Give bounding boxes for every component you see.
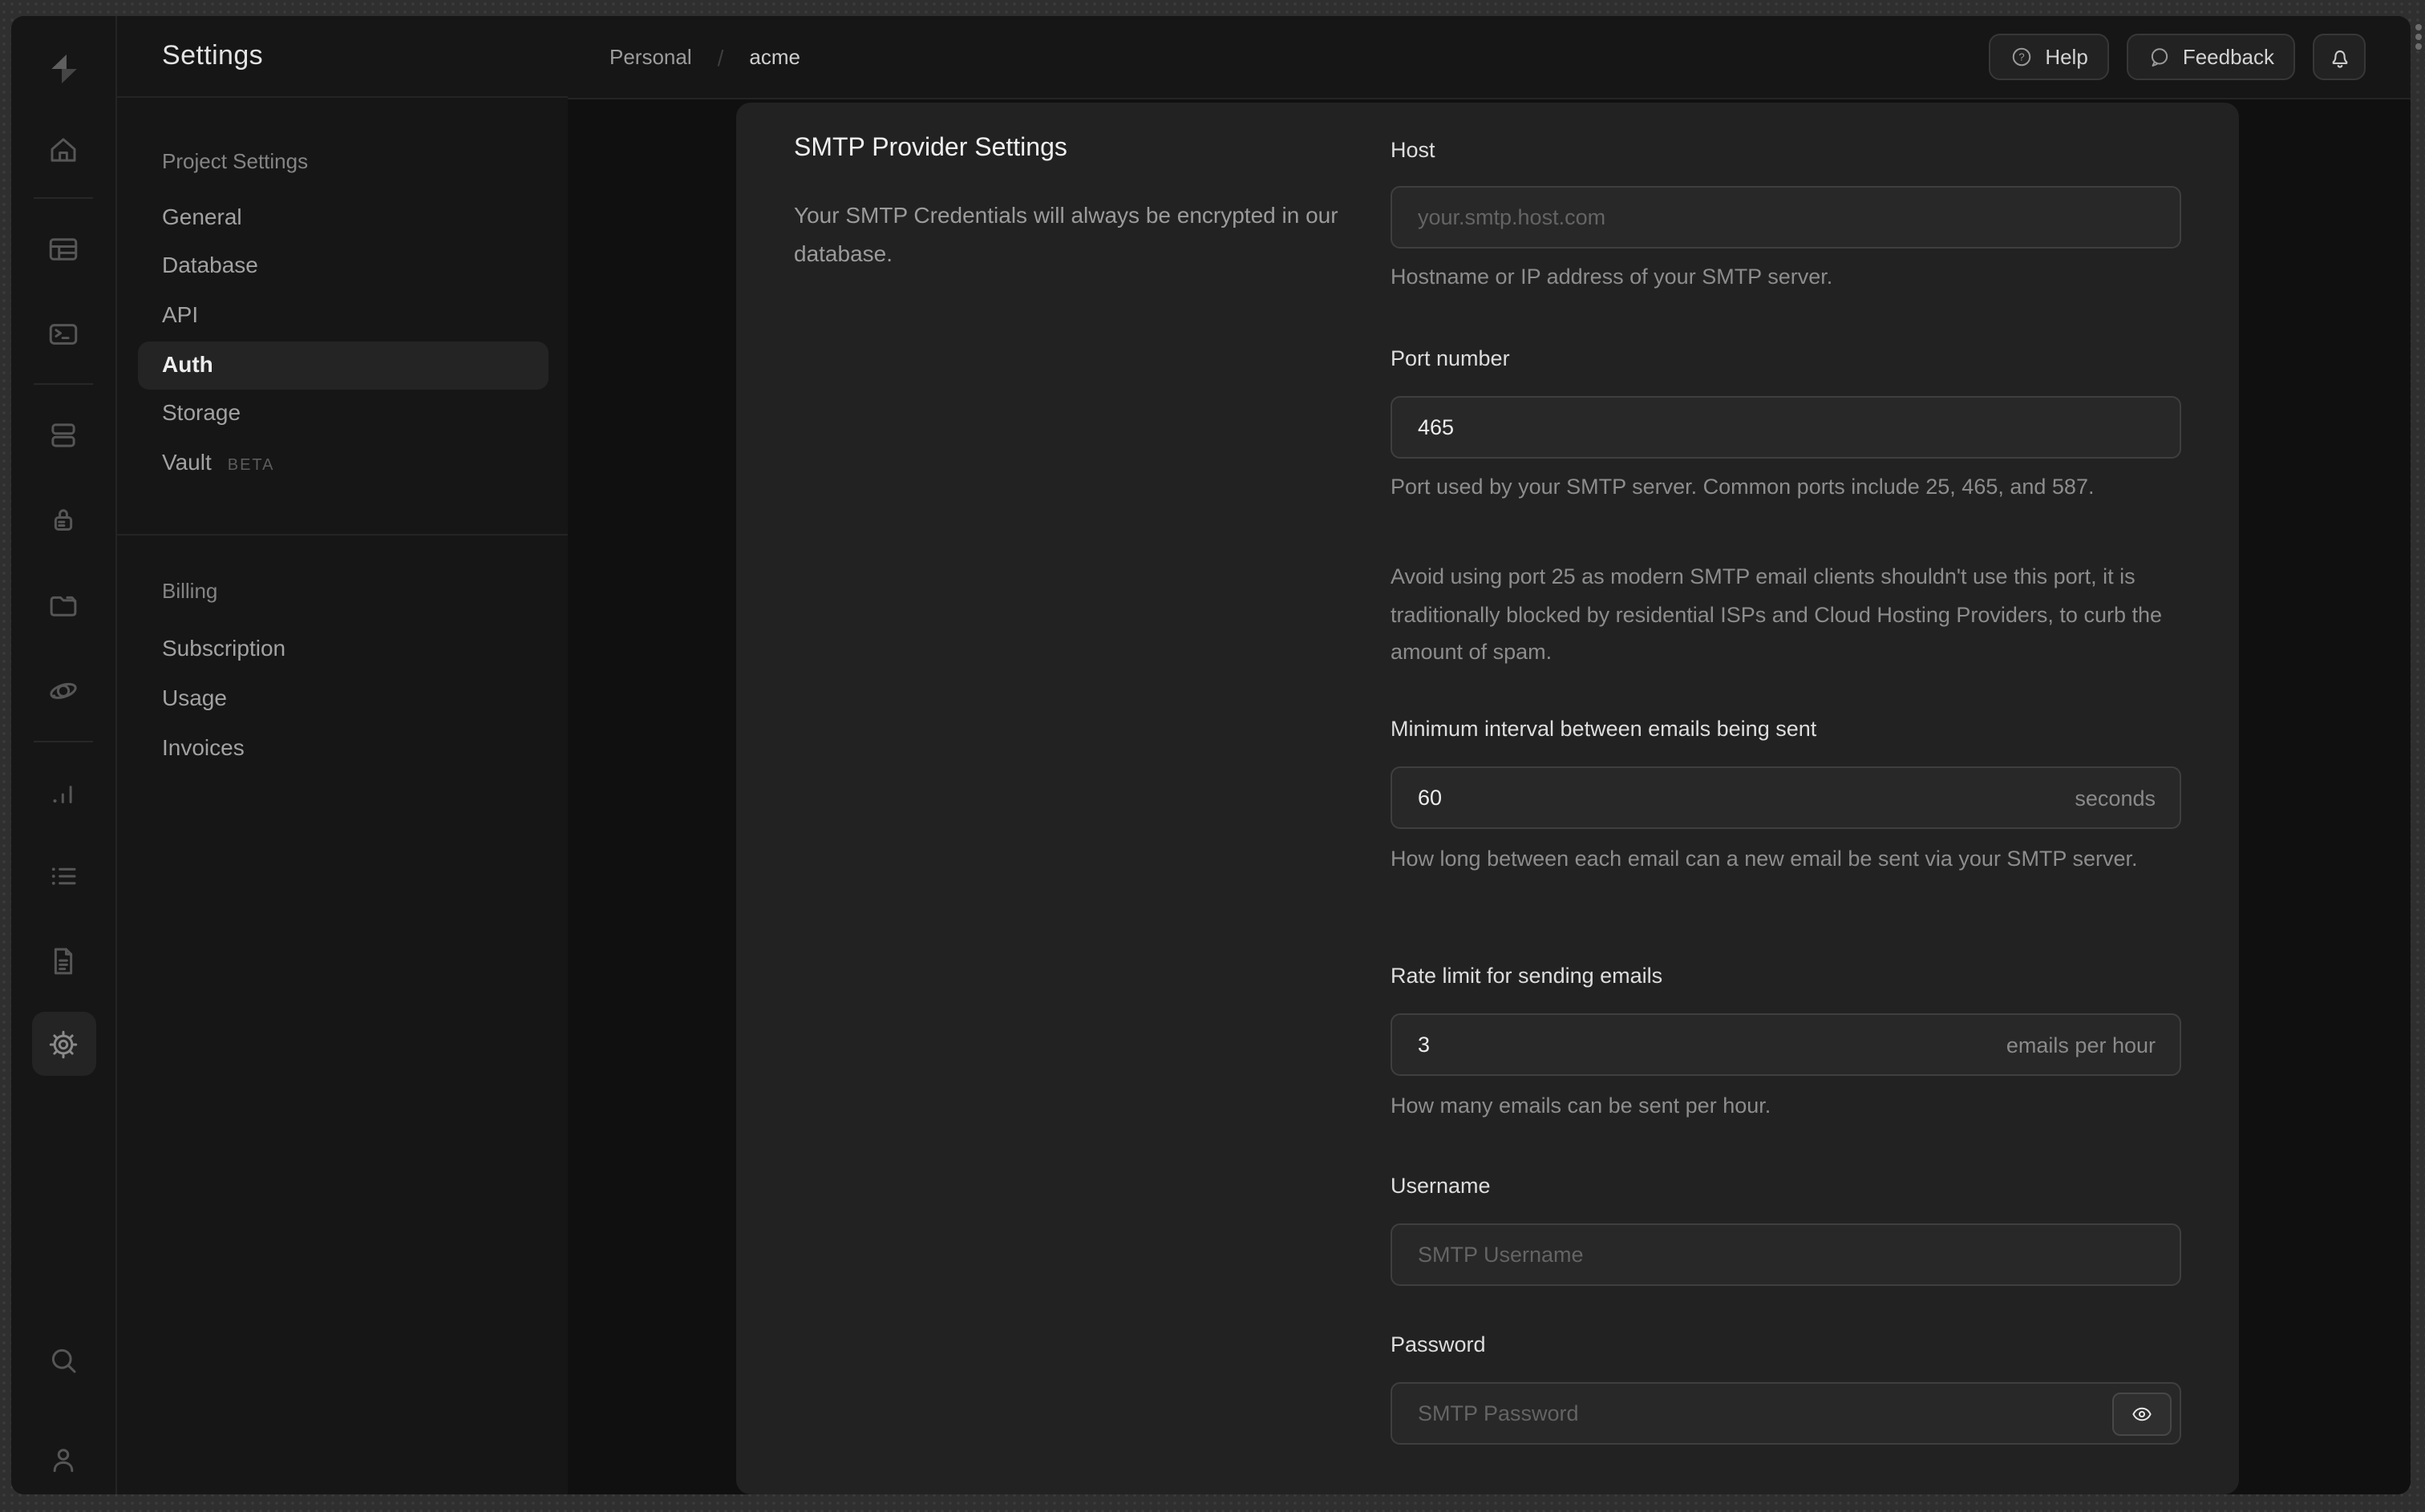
sidebar-item-database[interactable]: Database [162, 252, 258, 277]
host-help-text: Hostname or IP address of your SMTP serv… [1391, 265, 1833, 289]
interval-help-text: How long between each email can a new em… [1391, 847, 2138, 871]
storage-icon[interactable] [31, 572, 95, 637]
help-circle-icon: ? [2013, 47, 2031, 67]
rate-limit-help-text: How many emails can be sent per hour. [1391, 1094, 1771, 1118]
svg-text:?: ? [2019, 51, 2025, 63]
feedback-button-label: Feedback [2182, 45, 2274, 69]
app-window: Settings Project Settings General Databa… [11, 16, 2411, 1494]
port-label: Port number [1391, 346, 1510, 370]
beta-badge: BETA [227, 457, 275, 475]
port-help-text: Port used by your SMTP server. Common po… [1391, 475, 2095, 499]
window-scrollbar-dots[interactable] [2415, 24, 2422, 50]
desktop-frame: Settings Project Settings General Databa… [0, 0, 2425, 1512]
breadcrumb-project[interactable]: acme [749, 45, 800, 69]
breadcrumb: Personal / acme [609, 16, 800, 98]
interval-label: Minimum interval between emails being se… [1391, 717, 1817, 741]
page-title: Settings [162, 40, 264, 71]
sidebar-item-general[interactable]: General [162, 204, 242, 229]
rail-divider [34, 197, 93, 199]
card-title: SMTP Provider Settings [794, 135, 1067, 162]
account-icon[interactable] [31, 1427, 95, 1491]
breadcrumb-separator: / [717, 44, 724, 70]
help-button[interactable]: ? Help [1989, 34, 2109, 80]
sidebar-item-api[interactable]: API [162, 301, 198, 327]
icon-rail [11, 16, 117, 1494]
sidebar-header: Settings [117, 16, 568, 98]
notifications-button[interactable] [2313, 34, 2366, 80]
port-note-text: Avoid using port 25 as modern SMTP email… [1391, 564, 2163, 664]
sql-editor-icon[interactable] [31, 301, 95, 366]
help-button-label: Help [2045, 45, 2088, 69]
smtp-form: Host Hostname or IP address of your SMTP… [1391, 103, 2181, 1494]
table-editor-icon[interactable] [31, 216, 95, 281]
bell-icon [2331, 49, 2347, 67]
feedback-button[interactable]: Feedback [2126, 34, 2295, 80]
search-icon[interactable] [31, 1328, 95, 1392]
authentication-icon[interactable] [31, 487, 95, 552]
password-input[interactable] [1391, 1382, 2181, 1445]
host-label: Host [1391, 138, 1435, 162]
host-input[interactable] [1391, 186, 2181, 249]
content-area: SMTP Provider Settings Your SMTP Credent… [568, 99, 2411, 1494]
breadcrumb-org[interactable]: Personal [609, 45, 692, 69]
sidebar-item-usage[interactable]: Usage [162, 685, 227, 710]
password-label: Password [1391, 1332, 1486, 1356]
database-icon[interactable] [31, 402, 95, 467]
sidebar-item-vault[interactable]: Vault BETA [162, 449, 275, 475]
section-label-project-settings: Project Settings [162, 149, 309, 173]
sidebar-item-storage[interactable]: Storage [162, 399, 241, 425]
edge-functions-icon[interactable] [31, 657, 95, 722]
top-header: Personal / acme ? Help Feedback [568, 16, 2411, 99]
username-label: Username [1391, 1174, 1491, 1198]
rate-limit-input[interactable] [1391, 1013, 2181, 1076]
port-input-wrapper [1391, 396, 2181, 459]
project-settings-icon[interactable] [31, 1012, 95, 1076]
interval-input-wrapper: seconds [1391, 766, 2181, 829]
smtp-settings-card: SMTP Provider Settings Your SMTP Credent… [736, 103, 2239, 1494]
logs-icon[interactable] [31, 843, 95, 908]
supabase-logo-icon[interactable] [46, 51, 81, 87]
sidebar-item-vault-label: Vault [162, 449, 212, 475]
sidebar-item-subscription[interactable]: Subscription [162, 635, 285, 661]
port-input[interactable] [1391, 396, 2181, 459]
section-label-billing: Billing [162, 579, 218, 603]
password-input-wrapper [1391, 1382, 2181, 1445]
rail-divider [34, 741, 93, 742]
sidebar-divider [117, 534, 568, 536]
host-input-wrapper [1391, 186, 2181, 249]
api-docs-icon[interactable] [31, 928, 95, 993]
speech-bubble-icon [2151, 48, 2168, 67]
interval-input[interactable] [1391, 766, 2181, 829]
rate-limit-label: Rate limit for sending emails [1391, 964, 1663, 988]
username-input[interactable] [1391, 1223, 2181, 1286]
sidebar-item-auth[interactable]: Auth [162, 351, 213, 377]
rate-limit-input-wrapper: emails per hour [1391, 1013, 2181, 1076]
rail-divider [34, 383, 93, 385]
header-actions: ? Help Feedback [1989, 34, 2366, 80]
home-icon[interactable] [31, 117, 95, 181]
sidebar-item-invoices[interactable]: Invoices [162, 734, 245, 760]
eye-icon [2132, 1406, 2152, 1421]
toggle-password-visibility-button[interactable] [2112, 1392, 2172, 1435]
card-description: Your SMTP Credentials will always be enc… [794, 202, 1338, 265]
reports-icon[interactable] [31, 762, 95, 826]
username-input-wrapper [1391, 1223, 2181, 1286]
settings-sidebar: Settings Project Settings General Databa… [117, 16, 569, 1494]
